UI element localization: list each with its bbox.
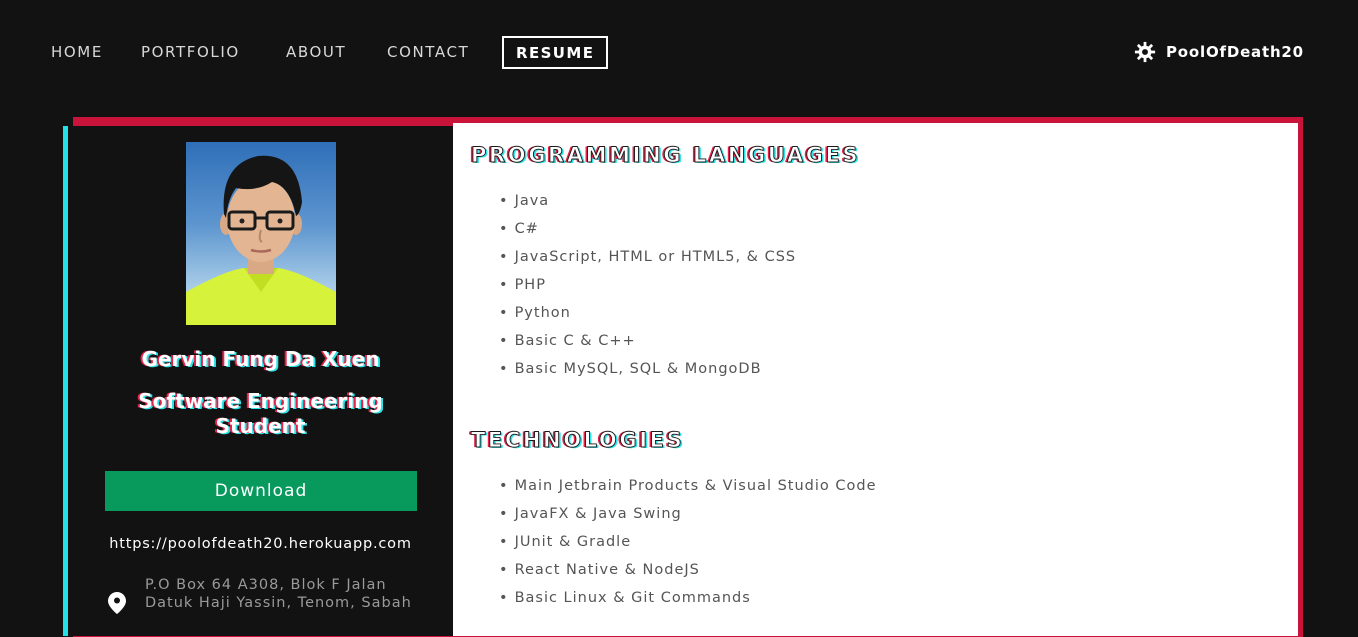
nav-contact[interactable]: CONTACT: [387, 42, 469, 62]
profile-name: Gervin Fung Da Xuen: [141, 347, 380, 371]
portrait-graphic: [186, 155, 336, 325]
location-pin-icon: [108, 592, 126, 614]
list-item-label: Basic MySQL, SQL & MongoDB: [514, 361, 762, 377]
programming-languages-list: • Java • C# • JavaScript, HTML or HTML5, & …: [499, 187, 796, 383]
list-item: • Java: [499, 193, 550, 209]
list-item: • Basic Linux & Git Commands: [499, 590, 751, 606]
profile-photo: [186, 142, 336, 325]
list-item-label: Java: [514, 193, 550, 209]
website-link[interactable]: https://poolofdeath20.herokuapp.com: [68, 534, 453, 554]
nav-resume[interactable]: RESUME: [502, 36, 609, 69]
technologies-list: • Main Jetbrain Products & Visual Studio …: [499, 472, 877, 612]
list-item-label: Basic C & C++: [514, 333, 636, 349]
list-item-label: JUnit & Gradle: [514, 534, 632, 550]
nav-home[interactable]: HOME: [51, 42, 103, 62]
section-title-technologies: TECHNOLOGIES: [471, 428, 685, 453]
download-button[interactable]: Download: [105, 471, 417, 511]
list-item: • JavaScript, HTML or HTML5, & CSS: [499, 249, 797, 265]
list-item: • React Native & NodeJS: [499, 562, 700, 578]
nav-portfolio[interactable]: PORTFOLIO: [141, 42, 240, 62]
list-item-label: PHP: [514, 277, 546, 293]
brand-link[interactable]: PoolOfDeath20: [1134, 40, 1304, 64]
list-item-label: React Native & NodeJS: [514, 562, 700, 578]
list-item: • Python: [499, 305, 571, 321]
list-item: • JUnit & Gradle: [499, 534, 632, 550]
section-title-programming: PROGRAMMING LANGUAGES: [471, 143, 861, 168]
list-item: • JavaFX & Java Swing: [499, 506, 682, 522]
top-navigation: HOME PORTFOLIO ABOUT CONTACT RESUME Pool…: [0, 0, 1358, 100]
list-item-label: JavaScript, HTML or HTML5, & CSS: [514, 249, 797, 265]
list-item-label: Python: [514, 305, 571, 321]
list-item: • Main Jetbrain Products & Visual Studio …: [499, 478, 877, 494]
brand-label: PoolOfDeath20: [1166, 43, 1304, 61]
list-item: • C#: [499, 221, 539, 237]
list-item: • PHP: [499, 277, 546, 293]
list-item-label: Main Jetbrain Products & Visual Studio C…: [514, 478, 877, 494]
list-item-label: JavaFX & Java Swing: [514, 506, 682, 522]
list-item: • Basic C & C++: [499, 333, 636, 349]
gear-icon: [1134, 41, 1156, 63]
list-item-label: C#: [514, 221, 539, 237]
profile-role: Software Engineering Student: [138, 389, 383, 438]
list-item: • Basic MySQL, SQL & MongoDB: [499, 361, 762, 377]
nav-about[interactable]: ABOUT: [286, 42, 346, 62]
address-text: P.O Box 64 A308, Blok F Jalan Datuk Haji…: [145, 577, 412, 611]
list-item-label: Basic Linux & Git Commands: [514, 590, 751, 606]
